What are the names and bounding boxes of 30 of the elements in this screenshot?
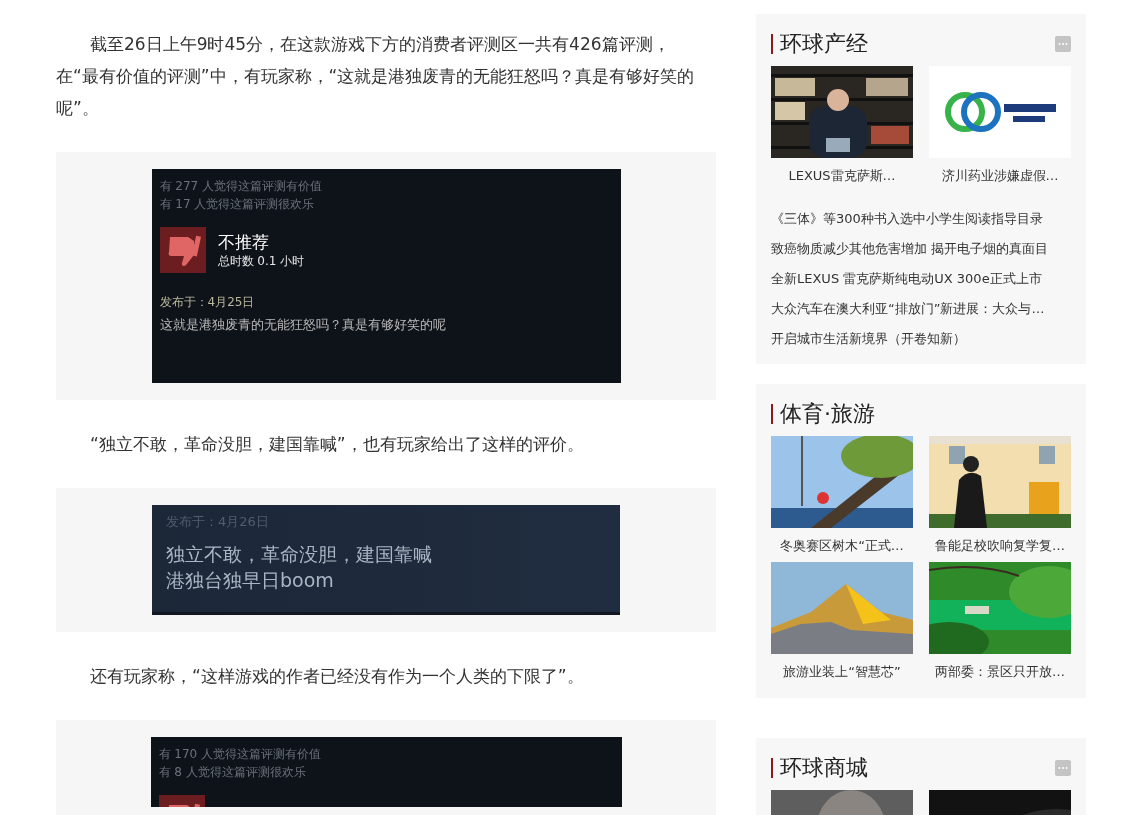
news-link[interactable]: 大众汽车在澳大利亚“排放门”新进展：大众与…: [771, 294, 1071, 324]
article-paragraph: 还有玩家称，“这样游戏的作者已经没有作为一个人类的下限了”。: [89, 665, 585, 688]
funny-count: 有 8 人觉得这篇评测很欢乐: [158, 764, 307, 781]
play-hours: 总时数 0.1 小时: [217, 253, 305, 269]
post-date: 发布于：4月25日: [159, 294, 256, 311]
more-icon[interactable]: [1055, 760, 1071, 776]
tile-caption[interactable]: 冬奥赛区树木“正式…: [771, 538, 913, 554]
funny-count: 有 17 人觉得这篇评测很欢乐: [159, 196, 316, 213]
section-title: 体育·旅游: [780, 401, 875, 427]
tile-caption[interactable]: 济川药业涉嫌虚假…: [929, 168, 1071, 184]
helpful-count: 有 170 人觉得这篇评测有价值: [158, 746, 323, 763]
review-text: 这就是港独废青的无能狂怒吗？真是有够好笑的呢: [159, 316, 447, 334]
tile-caption[interactable]: LEXUS雷克萨斯…: [771, 168, 913, 184]
review-text: 独立不敢，革命没胆，建国靠喊: [166, 542, 433, 567]
news-link[interactable]: 《三体》等300种书入选中小学生阅读指导目录: [771, 204, 1071, 234]
article-paragraph: 截至26日上午9时45分，在这款游戏下方的消费者评测区一共有426篇评测，在“最有价值的评测”中，有玩家称，“这就是港独废青的无能狂怒吗？真是有够好笑的呢”。: [56, 33, 696, 120]
section-title: 环球商城: [780, 755, 868, 781]
tile-caption[interactable]: 旅游业装上“智慧芯”: [771, 664, 913, 680]
verdict: 不推荐: [217, 231, 270, 253]
review-text: 港独台独早日boom: [166, 568, 335, 593]
article-paragraph: “独立不敢，革命没胆，建国靠喊”，也有玩家给出了这样的评价。: [89, 433, 585, 456]
news-link[interactable]: 致癌物质减少其他危害增加 揭开电子烟的真面目: [771, 234, 1071, 264]
news-link[interactable]: 开启城市生活新境界（开卷知新）: [771, 324, 1071, 354]
more-icon[interactable]: [1055, 36, 1071, 52]
tile-caption[interactable]: 两部委：景区只开放…: [929, 664, 1071, 680]
tile-caption[interactable]: 鲁能足校吹响复学复…: [929, 538, 1071, 554]
thumbs-down-icon: [159, 227, 206, 273]
helpful-count: 有 277 人觉得这篇评测有价值: [159, 178, 324, 195]
news-link[interactable]: 全新LEXUS 雷克萨斯纯电动UX 300e正式上市: [771, 264, 1071, 294]
section-title: 环球产经: [780, 31, 868, 57]
